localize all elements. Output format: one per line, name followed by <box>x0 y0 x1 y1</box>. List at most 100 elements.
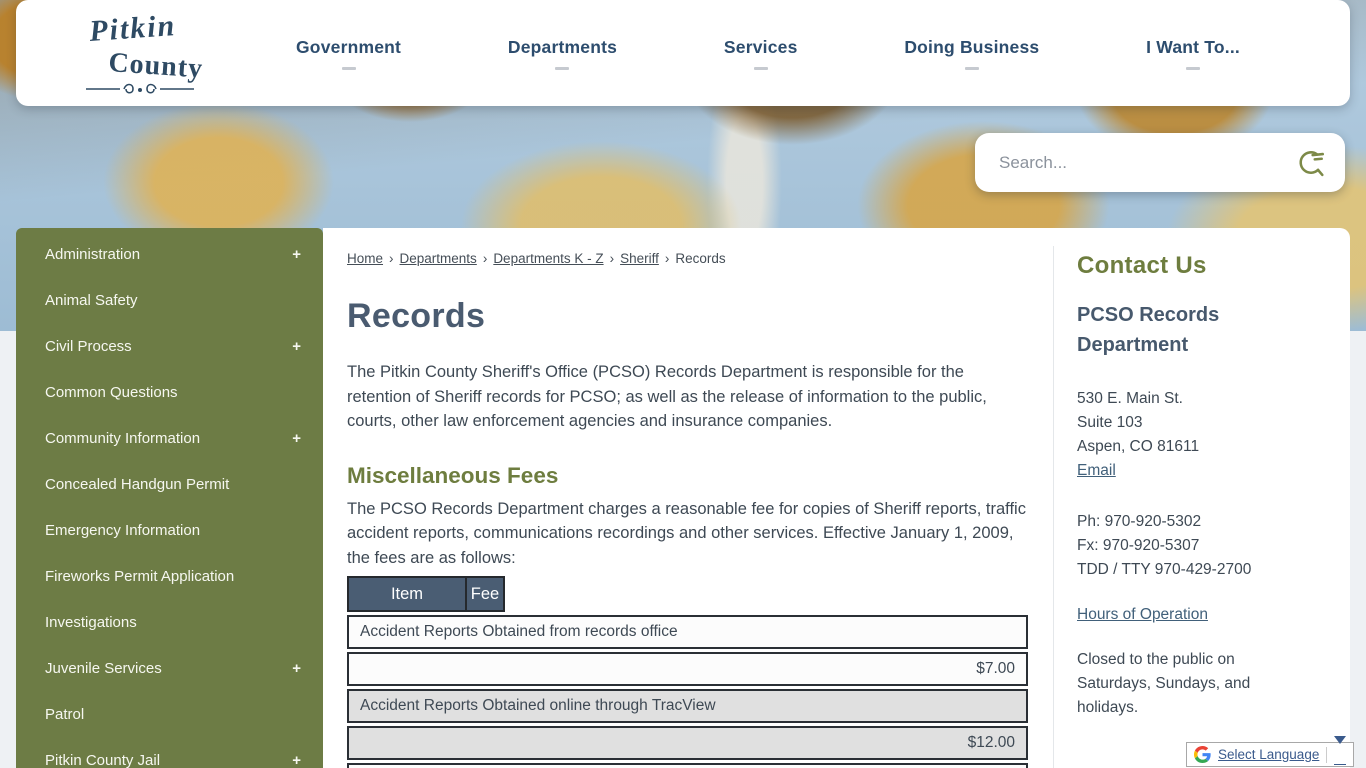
contact-phones: Ph: 970-920-5302 Fx: 970-920-5307 TDD / … <box>1077 510 1305 582</box>
expand-plus-icon[interactable]: + <box>292 752 301 768</box>
hours-of-operation-link-wrap: Hours of Operation <box>1077 606 1305 624</box>
nav-label: Departments <box>508 37 617 58</box>
sidebar-item-concealed-handgun-permit[interactable]: Concealed Handgun Permit <box>16 461 323 507</box>
svg-text:Pitkin: Pitkin <box>87 8 177 47</box>
sidebar-item-label: Investigations <box>45 614 137 631</box>
breadcrumb-link-departments[interactable]: Departments <box>400 251 477 266</box>
sidebar-item-investigations[interactable]: Investigations <box>16 599 323 645</box>
expand-plus-icon[interactable]: + <box>292 338 301 355</box>
nav-item-departments[interactable]: Departments <box>508 37 617 70</box>
contact-address: 530 E. Main St. Suite 103 Aspen, CO 8161… <box>1077 387 1305 483</box>
chevron-down-icon <box>1334 736 1346 761</box>
content-divider <box>1053 246 1054 768</box>
nav-item-doing-business[interactable]: Doing Business <box>904 37 1039 70</box>
sidebar-item-label: Civil Process <box>45 338 132 355</box>
sidebar-item-emergency-information[interactable]: Emergency Information <box>16 507 323 553</box>
sidebar-item-common-questions[interactable]: Common Questions <box>16 369 323 415</box>
closed-note: Closed to the public on Saturdays, Sunda… <box>1077 648 1277 720</box>
contact-department-name: PCSO Records Department <box>1077 300 1252 360</box>
nav-underline <box>965 67 979 70</box>
nav-label: I Want To... <box>1146 37 1240 58</box>
column-header-fee: Fee <box>467 576 505 612</box>
tdd-tty-number: TDD / TTY 970-429-2700 <box>1077 558 1305 582</box>
expand-plus-icon[interactable]: + <box>292 246 301 263</box>
nav-underline <box>1186 67 1200 70</box>
phone-number: Ph: 970-920-5302 <box>1077 510 1305 534</box>
sidebar-item-label: Patrol <box>45 706 84 723</box>
table-row-partial <box>347 763 1028 768</box>
fax-number: Fx: 970-920-5307 <box>1077 534 1305 558</box>
column-header-item: Item <box>347 576 467 612</box>
table-row-fee: $12.00 <box>347 726 1028 760</box>
language-dropdown-arrow[interactable] <box>1334 744 1346 765</box>
nav-label: Doing Business <box>904 37 1039 58</box>
sidebar-item-label: Juvenile Services <box>45 660 162 677</box>
fees-table: Item Fee Accident Reports Obtained from … <box>347 576 1028 768</box>
breadcrumb-separator: › <box>483 251 488 266</box>
sidebar-item-fireworks-permit-application[interactable]: Fireworks Permit Application <box>16 553 323 599</box>
main-content: Home › Departments › Departments K - Z › Sheri… <box>347 251 1028 768</box>
sidebar-item-label: Animal Safety <box>45 292 138 309</box>
site-header: Pitkin County Government Departments <box>16 0 1350 106</box>
breadcrumb-link-sheriff[interactable]: Sheriff <box>620 251 659 266</box>
sidebar-item-administration[interactable]: Administration + <box>16 231 323 277</box>
hours-of-operation-link[interactable]: Hours of Operation <box>1077 606 1208 623</box>
nav-underline <box>555 67 569 70</box>
nav-label: Government <box>296 37 401 58</box>
intro-paragraph: The Pitkin County Sheriff's Office (PCSO… <box>347 360 1028 434</box>
sidebar-item-label: Pitkin County Jail <box>45 752 160 768</box>
svg-text:County: County <box>108 47 205 85</box>
google-logo-icon <box>1194 746 1211 763</box>
sidebar-item-label: Fireworks Permit Application <box>45 568 234 585</box>
address-line: Aspen, CO 81611 <box>1077 435 1305 459</box>
contact-us-heading: Contact Us <box>1077 252 1305 280</box>
section-sidebar: Administration + Animal Safety Civil Pro… <box>16 228 323 768</box>
pitkin-county-logo[interactable]: Pitkin County <box>64 3 214 104</box>
sidebar-item-label: Community Information <box>45 430 200 447</box>
breadcrumb-separator: › <box>665 251 670 266</box>
sidebar-item-label: Common Questions <box>45 384 178 401</box>
email-link[interactable]: Email <box>1077 459 1305 483</box>
sidebar-item-pitkin-county-jail[interactable]: Pitkin County Jail + <box>16 737 323 768</box>
search-input[interactable] <box>999 153 1293 173</box>
breadcrumb: Home › Departments › Departments K - Z › Sheri… <box>347 251 1028 266</box>
nav-item-i-want-to[interactable]: I Want To... <box>1146 37 1240 70</box>
nav-underline <box>342 67 356 70</box>
nav-item-services[interactable]: Services <box>724 37 798 70</box>
address-line: 530 E. Main St. <box>1077 387 1305 411</box>
table-row-fee: $7.00 <box>347 652 1028 686</box>
main-nav: Government Departments Services Doing Bu… <box>296 37 1240 70</box>
fees-table-header: Item Fee <box>347 576 1028 612</box>
nav-underline <box>754 67 768 70</box>
table-row-item: Accident Reports Obtained online through… <box>347 689 1028 723</box>
select-language-label[interactable]: Select Language <box>1218 747 1319 762</box>
sidebar-item-civil-process[interactable]: Civil Process + <box>16 323 323 369</box>
sidebar-item-community-information[interactable]: Community Information + <box>16 415 323 461</box>
sidebar-item-juvenile-services[interactable]: Juvenile Services + <box>16 645 323 691</box>
breadcrumb-link-home[interactable]: Home <box>347 251 383 266</box>
page-title: Records <box>347 297 1028 336</box>
search-icon[interactable] <box>1293 146 1327 180</box>
pitkin-county-logo-icon: Pitkin County <box>64 3 214 99</box>
nav-item-government[interactable]: Government <box>296 37 401 70</box>
main-content-card: Home › Departments › Departments K - Z › Sheri… <box>323 228 1350 768</box>
table-row-item: Accident Reports Obtained from records o… <box>347 615 1028 649</box>
contact-panel: Contact Us PCSO Records Department 530 E… <box>1077 252 1305 720</box>
breadcrumb-current: Records <box>675 251 725 266</box>
sidebar-item-animal-safety[interactable]: Animal Safety <box>16 277 323 323</box>
sidebar-item-patrol[interactable]: Patrol <box>16 691 323 737</box>
breadcrumb-separator: › <box>389 251 394 266</box>
sidebar-item-label: Concealed Handgun Permit <box>45 476 229 493</box>
sidebar-item-label: Emergency Information <box>45 522 200 539</box>
expand-plus-icon[interactable]: + <box>292 660 301 677</box>
translate-separator <box>1326 747 1327 763</box>
nav-label: Services <box>724 37 798 58</box>
fees-intro-paragraph: The PCSO Records Department charges a re… <box>347 497 1028 571</box>
page: Pitkin County Government Departments <box>0 0 1366 768</box>
breadcrumb-link-departments-k-z[interactable]: Departments K - Z <box>493 251 603 266</box>
search-bar <box>975 133 1345 192</box>
google-translate-widget[interactable]: Select Language <box>1186 742 1354 767</box>
breadcrumb-separator: › <box>610 251 615 266</box>
sidebar-item-label: Administration <box>45 246 140 263</box>
expand-plus-icon[interactable]: + <box>292 430 301 447</box>
